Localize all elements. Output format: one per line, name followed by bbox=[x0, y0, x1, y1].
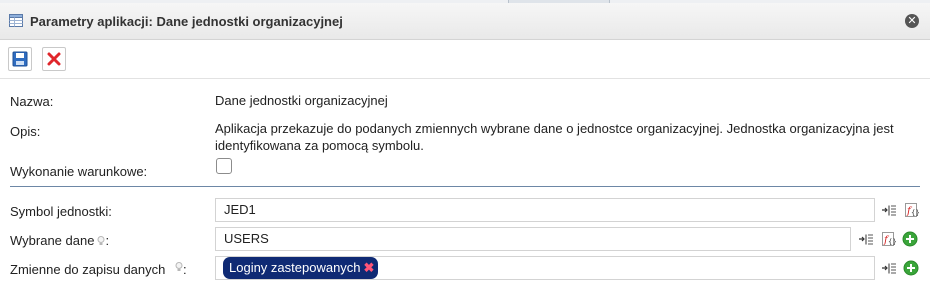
hint-bulb-icon bbox=[175, 262, 183, 271]
conditional-checkbox[interactable] bbox=[216, 158, 232, 174]
data-value: USERS bbox=[224, 231, 269, 246]
remove-tag-icon[interactable]: ✖ bbox=[364, 260, 375, 275]
function-icon[interactable]: f{} bbox=[903, 202, 920, 218]
svg-text:{}: {} bbox=[888, 238, 896, 246]
symbol-value: JED1 bbox=[224, 202, 256, 217]
description-line-2: identyfikowana za pomocą symbolu. bbox=[215, 138, 424, 153]
cancel-icon bbox=[47, 52, 61, 66]
variables-label: Zmienne do zapisu danych bbox=[10, 262, 166, 277]
close-icon[interactable]: ✕ bbox=[905, 14, 919, 28]
data-input[interactable]: USERS bbox=[215, 227, 851, 251]
toolbar bbox=[0, 40, 930, 79]
function-icon[interactable]: f{} bbox=[880, 231, 897, 247]
symbol-label: Symbol jednostki: bbox=[10, 204, 112, 219]
save-icon bbox=[12, 51, 28, 67]
variable-tag-label: Loginy zastepowanych bbox=[229, 260, 361, 275]
svg-text:{}: {} bbox=[911, 209, 919, 217]
variables-colon: : bbox=[183, 262, 187, 277]
description-label: Opis: bbox=[10, 124, 41, 139]
section-separator bbox=[10, 186, 920, 187]
insert-variable-icon[interactable] bbox=[881, 202, 897, 218]
dialog-titlebar: Parametry aplikacji: Dane jednostki orga… bbox=[0, 3, 930, 40]
add-icon[interactable] bbox=[903, 260, 919, 276]
data-label: Wybrane dane: bbox=[10, 233, 110, 248]
dialog-title: Parametry aplikacji: Dane jednostki orga… bbox=[30, 14, 343, 29]
variable-tag[interactable]: Loginy zastepowanych ✖ bbox=[223, 257, 379, 279]
name-label: Nazwa: bbox=[10, 94, 54, 109]
table-icon bbox=[9, 14, 23, 27]
save-button[interactable] bbox=[8, 47, 32, 71]
description-line-1: Aplikacja przekazuje do podanych zmienny… bbox=[215, 121, 894, 136]
add-icon[interactable] bbox=[902, 231, 918, 247]
insert-variable-icon[interactable] bbox=[858, 231, 874, 247]
cancel-button[interactable] bbox=[42, 47, 66, 71]
insert-variable-icon[interactable] bbox=[881, 260, 897, 276]
symbol-input[interactable]: JED1 bbox=[215, 198, 875, 222]
name-value: Dane jednostki organizacyjnej bbox=[215, 93, 388, 108]
conditional-label: Wykonanie warunkowe: bbox=[10, 164, 148, 179]
